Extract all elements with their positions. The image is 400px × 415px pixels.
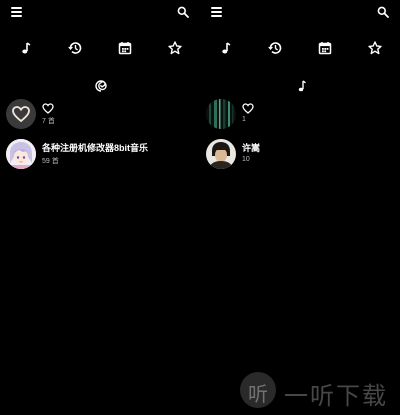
track-count: 59 首 (42, 158, 59, 165)
calendar-icon (118, 42, 132, 55)
music-note-icon (295, 79, 309, 93)
tab-calendar[interactable] (317, 40, 333, 56)
search-icon[interactable] (177, 5, 189, 18)
artist-name: 许嵩 (242, 143, 261, 153)
tab-favorites[interactable] (367, 40, 383, 56)
playlist-favorites[interactable]: 7 首 (0, 99, 200, 135)
music-note-icon (22, 42, 31, 54)
tab-calendar[interactable] (117, 40, 133, 56)
search-icon[interactable] (377, 5, 389, 18)
top-bar (0, 0, 200, 24)
history-icon (268, 42, 282, 54)
watermark-text: 一听下载 (284, 383, 388, 410)
tab-favorites[interactable] (167, 40, 183, 56)
track-count: 7 首 (42, 118, 55, 125)
heart-outline-icon (42, 101, 54, 114)
anime-avatar (6, 139, 36, 169)
spiral-icon (94, 79, 108, 93)
artist-item[interactable]: 许嵩 10 (200, 139, 400, 175)
menu-icon[interactable] (211, 7, 222, 17)
heart-thumbnail (6, 99, 36, 129)
track-count: 1 (242, 116, 246, 123)
dark-green-thumbnail (206, 99, 236, 129)
watermark-logo-glyph: 听 (248, 384, 268, 406)
tab-bar (200, 40, 400, 60)
tab-history[interactable] (267, 40, 283, 56)
right-screen: 1 许嵩 10 (200, 0, 400, 415)
calendar-icon (318, 42, 332, 55)
top-bar (200, 0, 400, 24)
playlist-8bit[interactable]: 各种注册机修改器8bit音乐 59 首 (0, 139, 200, 175)
playlist-title: 各种注册机修改器8bit音乐 (42, 143, 149, 153)
watermark: 听 一听下载 (240, 372, 398, 412)
playlist-favorites[interactable]: 1 (200, 99, 400, 135)
tab-songs[interactable] (218, 40, 234, 56)
star-icon (168, 41, 182, 55)
left-screen: 7 首 各种注册机修改器8bit音乐 59 首 (0, 0, 200, 415)
music-note-icon (222, 42, 231, 54)
star-icon (368, 41, 382, 55)
track-count: 10 (242, 156, 250, 163)
heart-outline-icon (242, 101, 254, 114)
tab-songs[interactable] (18, 40, 34, 56)
watermark-logo: 听 (240, 372, 276, 408)
tab-history[interactable] (67, 40, 83, 56)
tab-bar (0, 40, 200, 60)
menu-icon[interactable] (11, 7, 22, 17)
history-icon (68, 42, 82, 54)
artist-photo (206, 139, 236, 169)
